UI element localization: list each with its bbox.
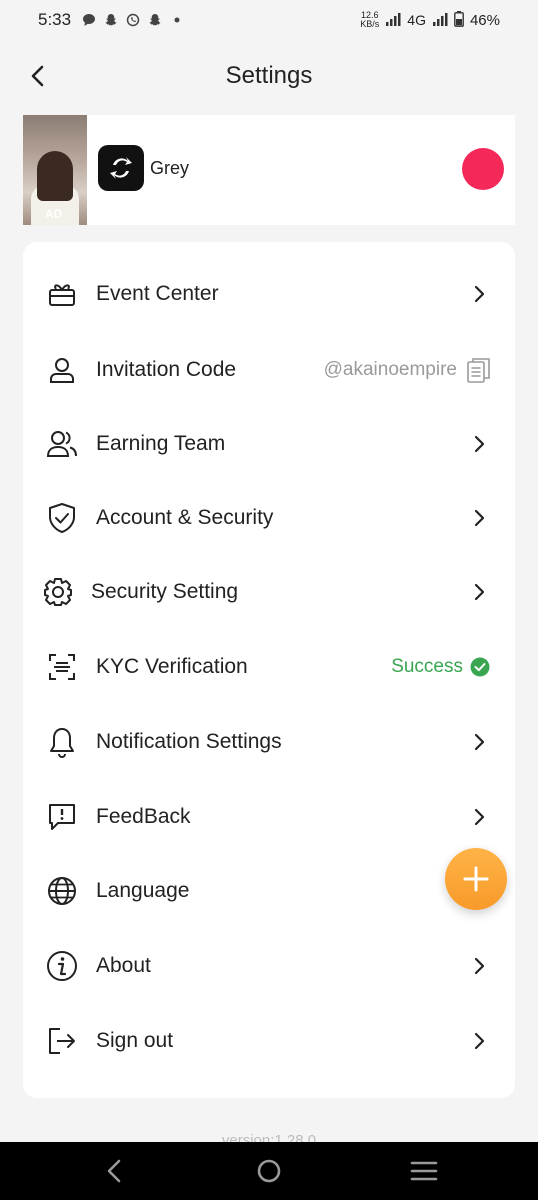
ad-banner[interactable]: AD Grey — [23, 115, 515, 225]
page-title: Settings — [225, 62, 313, 89]
chevron-right-icon — [474, 509, 485, 527]
status-right: 12.6 KB/s 4G 46% — [360, 10, 500, 30]
menu-item-notification-settings[interactable]: Notification Settings — [23, 712, 515, 772]
info-icon — [45, 949, 79, 983]
add-fab-button[interactable] — [445, 848, 507, 910]
shield-icon — [45, 501, 79, 535]
dot-icon — [169, 12, 185, 28]
menu-item-label: KYC Verification — [96, 655, 248, 678]
network-speed: 12.6 KB/s — [360, 10, 380, 29]
menu-item-earning-team[interactable]: Earning Team — [23, 414, 515, 474]
chevron-right-icon — [474, 1032, 485, 1050]
ad-action-button[interactable] — [462, 148, 504, 190]
chevron-right-icon — [474, 435, 485, 453]
menu-item-event-center[interactable]: Event Center — [23, 264, 515, 324]
menu-item-label: Notification Settings — [96, 730, 282, 753]
menu-item-invitation-code[interactable]: Invitation Code @akainoempire — [23, 340, 515, 400]
ad-badge: AD — [45, 207, 63, 221]
nav-home-icon — [257, 1159, 281, 1183]
team-icon — [45, 427, 79, 461]
nav-menu-icon — [410, 1161, 438, 1181]
status-bar: 5:33 12.6 KB/s 4G 46% — [0, 0, 538, 40]
nav-recents-button[interactable] — [409, 1157, 439, 1185]
snapchat-icon — [147, 12, 163, 28]
menu-item-sign-out[interactable]: Sign out — [23, 1011, 515, 1071]
header: Settings — [0, 48, 538, 104]
network-type: 4G — [407, 12, 426, 28]
menu-item-label: Account & Security — [96, 506, 274, 529]
menu-item-label: Event Center — [96, 282, 219, 305]
battery-icon — [454, 10, 464, 30]
whatsapp-icon — [125, 12, 141, 28]
menu-item-label: Invitation Code — [96, 358, 237, 381]
message-icon — [81, 12, 97, 28]
nav-back-button[interactable] — [100, 1157, 130, 1185]
grey-logo-icon — [110, 157, 132, 179]
menu-item-about[interactable]: About — [23, 936, 515, 996]
feedback-icon — [45, 800, 79, 834]
chevron-right-icon — [474, 957, 485, 975]
copy-icon[interactable] — [467, 357, 491, 383]
app-logo[interactable] — [98, 145, 144, 191]
battery-level: 46% — [469, 11, 500, 29]
menu-item-feedback[interactable]: FeedBack — [23, 787, 515, 847]
bell-icon — [45, 725, 79, 759]
menu-item-language[interactable]: Language — [23, 861, 515, 921]
menu-item-account-security[interactable]: Account & Security — [23, 488, 515, 548]
menu-item-label: FeedBack — [96, 805, 191, 828]
globe-icon — [45, 874, 79, 908]
status-time: 5:33 — [38, 10, 72, 29]
invitation-code-value: @akainoempire — [323, 359, 457, 380]
nav-home-button[interactable] — [254, 1157, 284, 1185]
kyc-status: Success — [391, 656, 463, 677]
ad-app-name[interactable]: Grey — [150, 158, 189, 179]
menu-item-security-setting[interactable]: Security Setting — [23, 562, 515, 622]
gear-icon — [41, 575, 75, 609]
gift-icon — [45, 277, 79, 311]
nav-back-icon — [107, 1159, 121, 1183]
menu-item-kyc-verification[interactable]: KYC Verification Success — [23, 637, 515, 697]
notification-icons — [81, 12, 185, 28]
menu-item-label: Earning Team — [96, 432, 226, 455]
user-icon — [45, 353, 79, 387]
check-circle-icon — [470, 657, 490, 677]
chevron-right-icon — [474, 583, 485, 601]
system-nav-bar — [0, 1142, 538, 1200]
plus-icon — [463, 866, 489, 892]
settings-menu: Event Center Invitation Code @akainoempi… — [23, 242, 515, 1098]
chevron-right-icon — [474, 285, 485, 303]
menu-item-label: Sign out — [96, 1029, 174, 1052]
signal-icon — [385, 12, 401, 29]
logout-icon — [45, 1024, 79, 1058]
chevron-right-icon — [474, 808, 485, 826]
menu-item-label: Security Setting — [91, 580, 239, 603]
snapchat-icon — [103, 12, 119, 28]
menu-item-label: About — [96, 954, 151, 977]
ad-thumbnail[interactable]: AD — [23, 115, 87, 225]
signal-icon — [432, 12, 448, 29]
scan-icon — [45, 650, 79, 684]
chevron-right-icon — [474, 733, 485, 751]
menu-item-label: Language — [96, 879, 190, 902]
